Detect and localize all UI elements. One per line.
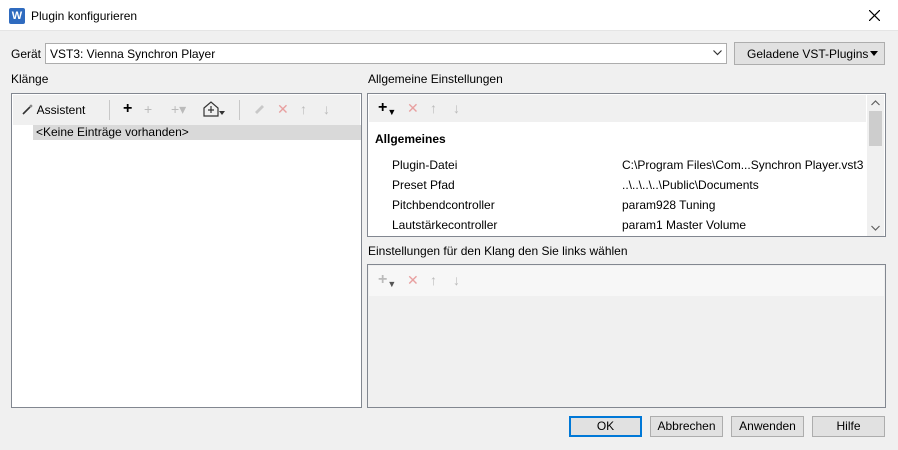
add-sound-setting-button[interactable]: +▼ xyxy=(378,272,396,290)
property-row[interactable]: Pitchbendcontroller param928 Tuning xyxy=(369,195,868,215)
move-up-sound-setting-button[interactable]: ↑ xyxy=(430,272,437,290)
add-sound-button[interactable]: + xyxy=(123,101,132,119)
section-header: Allgemeines xyxy=(375,132,446,146)
delete-x-icon: ✕ xyxy=(407,100,419,116)
property-key: Lautstärkecontroller xyxy=(392,218,498,232)
property-key: Pitchbendcontroller xyxy=(392,198,495,212)
ok-button[interactable]: OK xyxy=(569,416,642,437)
arrow-down-icon: ↓ xyxy=(453,272,460,288)
general-settings-panel: +▼ ✕ ↑ ↓ Allgemeines Plugin-Datei C:\Pro… xyxy=(367,93,886,237)
device-label: Gerät xyxy=(11,47,42,61)
close-button[interactable] xyxy=(852,0,898,31)
chevron-down-icon xyxy=(713,50,722,56)
property-value: C:\Program Files\Com...Synchron Player.v… xyxy=(622,158,864,172)
property-value: param928 Tuning xyxy=(622,198,716,212)
cancel-button[interactable]: Abbrechen xyxy=(650,416,723,437)
scroll-down-icon[interactable] xyxy=(871,225,880,231)
move-down-setting-button[interactable]: ↓ xyxy=(453,100,460,118)
loaded-plugins-button[interactable]: Geladene VST-Plugins xyxy=(734,42,885,65)
property-key: Plugin-Datei xyxy=(392,158,458,172)
plus-sub-icon: + xyxy=(144,101,153,117)
help-button[interactable]: Hilfe xyxy=(812,416,885,437)
assistant-button[interactable]: Assistent xyxy=(22,101,85,119)
delete-button[interactable]: ✕ xyxy=(277,101,289,119)
add-child-button[interactable]: + xyxy=(144,101,152,119)
pencil-icon xyxy=(255,105,264,114)
folder-add-icon xyxy=(203,101,225,117)
toolbar-separator xyxy=(239,100,240,120)
plus-dropdown-icon: +▾ xyxy=(171,101,187,117)
arrow-up-icon: ↑ xyxy=(430,272,437,288)
add-setting-button[interactable]: +▼ xyxy=(378,100,396,118)
magic-wand-icon xyxy=(22,104,33,115)
plus-icon: + xyxy=(123,100,133,117)
device-select-value: VST3: Vienna Synchron Player xyxy=(50,47,216,61)
property-value: param1 Master Volume xyxy=(622,218,747,232)
apply-button[interactable]: Anwenden xyxy=(731,416,804,437)
dropdown-arrow-icon xyxy=(870,51,878,56)
arrow-down-icon: ↓ xyxy=(453,100,460,116)
delete-setting-button[interactable]: ✕ xyxy=(407,100,419,118)
property-key: Preset Pfad xyxy=(392,178,455,192)
vertical-scrollbar[interactable] xyxy=(867,95,884,236)
move-down-button[interactable]: ↓ xyxy=(323,101,330,119)
property-value: ..\..\..\..\Public\Documents xyxy=(622,178,759,192)
close-icon xyxy=(869,10,880,21)
arrow-up-icon: ↑ xyxy=(300,101,307,117)
move-up-button[interactable]: ↑ xyxy=(300,101,307,119)
assistant-label: Assistent xyxy=(36,103,86,117)
move-down-sound-setting-button[interactable]: ↓ xyxy=(453,272,460,290)
toolbar-separator xyxy=(109,100,110,120)
plus-dropdown-icon: +▼ xyxy=(378,99,397,118)
sounds-label: Klänge xyxy=(11,72,49,86)
move-up-setting-button[interactable]: ↑ xyxy=(430,100,437,118)
property-row[interactable]: Plugin-Datei C:\Program Files\Com...Sync… xyxy=(369,155,868,175)
sound-settings-panel: +▼ ✕ ↑ ↓ xyxy=(367,264,886,408)
sounds-toolbar: Assistent + + +▾ ✕ ↑ ↓ xyxy=(13,95,360,125)
edit-button[interactable] xyxy=(253,101,266,119)
device-select[interactable]: VST3: Vienna Synchron Player xyxy=(45,43,727,64)
arrow-down-icon: ↓ xyxy=(323,101,330,117)
import-button[interactable] xyxy=(203,101,225,119)
general-settings-label: Allgemeine Einstellungen xyxy=(368,72,503,86)
list-item[interactable]: <Keine Einträge vorhanden> xyxy=(33,125,361,140)
property-grid: Allgemeines Plugin-Datei C:\Program File… xyxy=(369,123,868,236)
window-title: Plugin konfigurieren xyxy=(31,9,138,23)
arrow-up-icon: ↑ xyxy=(430,100,437,116)
scrollbar-thumb[interactable] xyxy=(869,111,882,146)
property-row[interactable]: Lautstärkecontroller param1 Master Volum… xyxy=(369,215,868,235)
general-toolbar: +▼ ✕ ↑ ↓ xyxy=(369,95,866,122)
plus-dropdown-icon: +▼ xyxy=(378,271,397,290)
loaded-plugins-label: Geladene VST-Plugins xyxy=(747,47,869,61)
delete-x-icon: ✕ xyxy=(277,101,289,117)
delete-sound-setting-button[interactable]: ✕ xyxy=(407,272,419,290)
sound-settings-label: Einstellungen für den Klang den Sie link… xyxy=(368,244,628,258)
property-row[interactable]: Preset Pfad ..\..\..\..\Public\Documents xyxy=(369,175,868,195)
plugin-app-icon: W xyxy=(9,8,25,24)
scroll-up-icon[interactable] xyxy=(871,100,880,106)
sound-settings-toolbar: +▼ ✕ ↑ ↓ xyxy=(369,266,884,296)
title-bar: W Plugin konfigurieren xyxy=(0,0,898,31)
sounds-panel: Assistent + + +▾ ✕ ↑ ↓ <Keine Einträge v… xyxy=(11,93,362,408)
add-menu-button[interactable]: +▾ xyxy=(171,101,186,119)
delete-x-icon: ✕ xyxy=(407,272,419,288)
